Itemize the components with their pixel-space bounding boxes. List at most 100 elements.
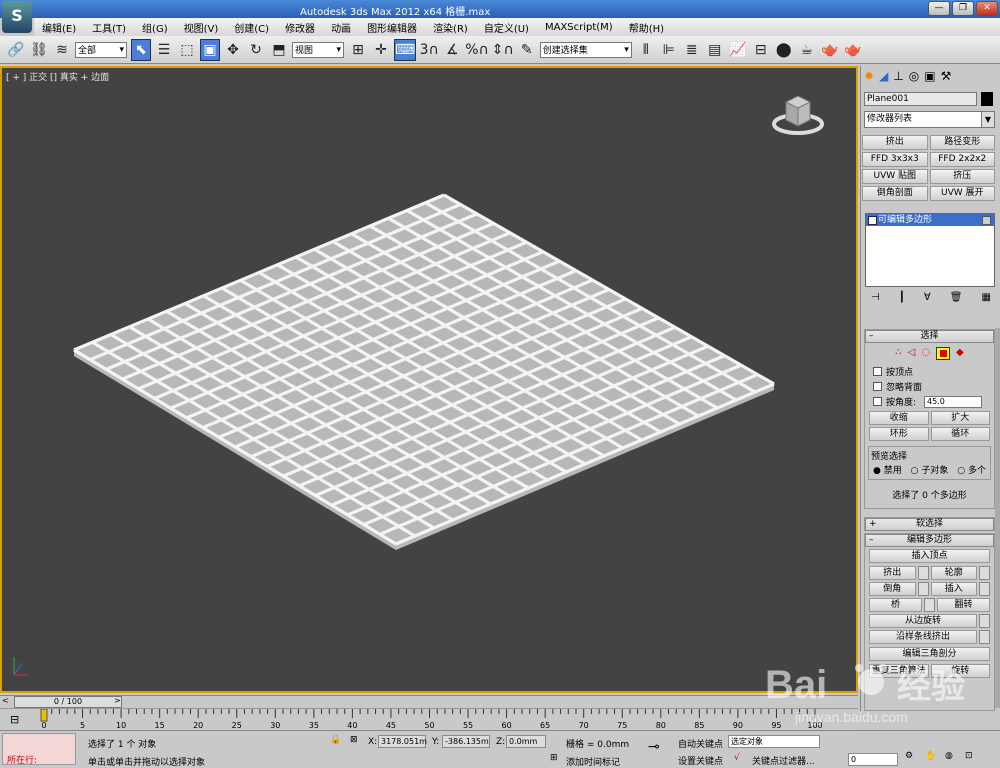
minimize-button[interactable]: — [928,1,950,16]
selection-rollout-header[interactable]: – 选择 [865,330,994,343]
menu-customize[interactable]: 自定义(U) [476,20,537,35]
orbit-view-icon[interactable]: ◍ [945,751,953,761]
menu-modifiers[interactable]: 修改器 [277,20,323,35]
percent-snap-icon[interactable]: %∩ [465,39,489,61]
retriangulate-button[interactable]: 重复三角算法 [869,664,929,678]
graphite-ribbon-icon[interactable]: ▤ [705,39,725,61]
modifier-button-path-deform[interactable]: 路径变形 [929,135,995,150]
perspective-viewport[interactable]: [ + ] 正交 [] 真实 + 边面 [0,66,858,693]
soft-selection-header[interactable]: + 软选择 [865,518,994,531]
pan-view-icon[interactable]: ✋ [925,751,936,761]
rendered-frame-icon[interactable]: 🫖 [820,39,840,61]
link-icon[interactable]: 🔗 [6,39,26,61]
time-slider[interactable]: < 0 / 100 > [0,695,858,708]
bridge-settings-button[interactable] [924,598,935,612]
z-coordinate-field[interactable]: 0.0mm [506,735,546,748]
turn-button[interactable]: 旋转 [930,664,990,678]
extrude-spline-settings-button[interactable] [979,630,990,644]
by-angle-checkbox[interactable]: 按角度: 45.0 [865,394,994,409]
key-icon[interactable]: ⊸ [648,739,660,755]
select-manipulate-icon[interactable]: ✛ [371,39,391,61]
edge-level-icon[interactable]: ◁ [908,347,916,360]
pivot-center-icon[interactable]: ⊞ [348,39,368,61]
motion-tab-icon[interactable]: ◎ [909,69,919,83]
preview-subobject-radio[interactable]: ○ 子对象 [911,463,949,476]
render-production-icon[interactable]: 🫖 [843,39,863,61]
time-slider-next[interactable]: > [114,696,121,705]
current-frame-field[interactable]: 0 [848,753,898,766]
track-bar[interactable]: ⊟ 0 5 10 15 20 25 30 35 40 45 50 55 60 65 70 75 80 85 90 95… [0,708,858,730]
align-icon[interactable]: ⊫ [659,39,679,61]
select-object-icon[interactable]: ⬉ [131,38,151,61]
menu-help[interactable]: 帮助(H) [621,20,672,35]
maxscript-listener[interactable]: 所在行: [2,733,76,766]
preview-disabled-radio[interactable]: ● 禁用 [873,463,902,476]
time-config-icon[interactable]: ⚙ [905,751,913,761]
grow-button[interactable]: 扩大 [930,411,990,425]
lock-icon[interactable]: 🔒 [330,735,341,745]
time-tag-icon[interactable]: ⊞ [550,753,558,763]
bridge-button[interactable]: 桥 [869,598,922,612]
material-editor-icon[interactable]: ⬤ [774,39,794,61]
hinge-settings-button[interactable] [979,614,990,628]
make-unique-icon[interactable]: ∀ [924,292,931,303]
outline-button[interactable]: 轮廓 [930,566,977,580]
named-selection-dropdown[interactable]: 创建选择集 ▾ [539,41,632,58]
inset-settings-button[interactable] [979,582,990,596]
ring-button[interactable]: 环形 [869,427,929,441]
object-name-field[interactable]: Plane001 [864,92,977,106]
layer-manager-icon[interactable]: ≣ [682,39,702,61]
vertex-level-icon[interactable]: ∴ [895,347,901,360]
modifier-button-ffd333[interactable]: FFD 3x3x3 [862,152,928,167]
show-end-result-icon[interactable]: ┃ [899,292,905,303]
menu-create[interactable]: 创建(C) [226,20,277,35]
schematic-view-icon[interactable]: ⊟ [751,39,771,61]
display-tab-icon[interactable]: ▣ [924,69,935,83]
x-coordinate-field[interactable]: 3178.051m [378,735,427,748]
snap-toggle-icon[interactable]: 3∩ [419,39,439,61]
menu-edit[interactable]: 编辑(E) [34,20,84,35]
stack-item-editable-poly[interactable]: 可编辑多边形 [866,214,994,226]
close-button[interactable]: ✕ [976,1,998,16]
edit-named-sel-icon[interactable]: ✎ [517,39,537,61]
menu-tools[interactable]: 工具(T) [84,20,134,35]
menu-graph-editors[interactable]: 图形编辑器 [359,20,425,35]
key-filters-button[interactable]: 关键点过滤器... [752,754,815,767]
time-slider-prev[interactable]: < [2,696,9,705]
spinner-snap-icon[interactable]: ⇕∩ [492,39,514,61]
configure-sets-icon[interactable]: ▦ [982,292,991,303]
polygon-level-icon[interactable] [936,347,951,360]
restore-button[interactable]: ❐ [952,1,974,16]
frame-indicator[interactable]: 0 / 100 [14,696,122,708]
current-frame-marker[interactable] [40,709,48,722]
absolute-mode-icon[interactable]: ⊠ [350,735,358,745]
modifier-button-ffd222[interactable]: FFD 2x2x2 [929,152,995,167]
select-by-name-icon[interactable]: ☰ [154,39,174,61]
grating-mesh[interactable] [2,68,856,691]
pin-stack-icon[interactable]: ⊣ [871,292,880,303]
rotate-icon[interactable]: ↻ [246,39,266,61]
menu-views[interactable]: 视图(V) [176,20,227,35]
viewcube-icon[interactable] [770,88,826,138]
app-logo-icon[interactable]: S [2,1,32,33]
extrude-settings-button[interactable] [917,566,929,580]
remove-modifier-icon[interactable]: 🗑 [950,292,963,303]
by-vertex-checkbox[interactable]: 按顶点 [865,364,994,379]
maximize-viewport-icon[interactable]: ⊡ [965,751,973,761]
extrude-along-spline-button[interactable]: 沿样条线挤出 [869,630,977,644]
modifier-button-uvw-map[interactable]: UVW 贴图 [862,169,928,184]
flip-button[interactable]: 翻转 [937,598,990,612]
add-time-tag-button[interactable]: 添加时间标记 [566,755,620,768]
preview-multi-radio[interactable]: ○ 多个 [957,463,986,476]
utilities-tab-icon[interactable]: ⚒ [941,69,952,83]
mirror-icon[interactable]: ⫴ [636,39,656,61]
outline-settings-button[interactable] [979,566,990,580]
bevel-settings-button[interactable] [917,582,929,596]
ignore-backfacing-checkbox[interactable]: 忽略背面 [865,379,994,394]
rect-region-icon[interactable]: ⬚ [177,39,197,61]
hierarchy-tab-icon[interactable]: ⊥ [893,69,903,83]
modifier-button-squeeze[interactable]: 挤压 [929,169,995,184]
border-level-icon[interactable]: ◌ [921,347,930,360]
shrink-button[interactable]: 收缩 [869,411,929,425]
element-level-icon[interactable]: ◆ [956,347,964,360]
